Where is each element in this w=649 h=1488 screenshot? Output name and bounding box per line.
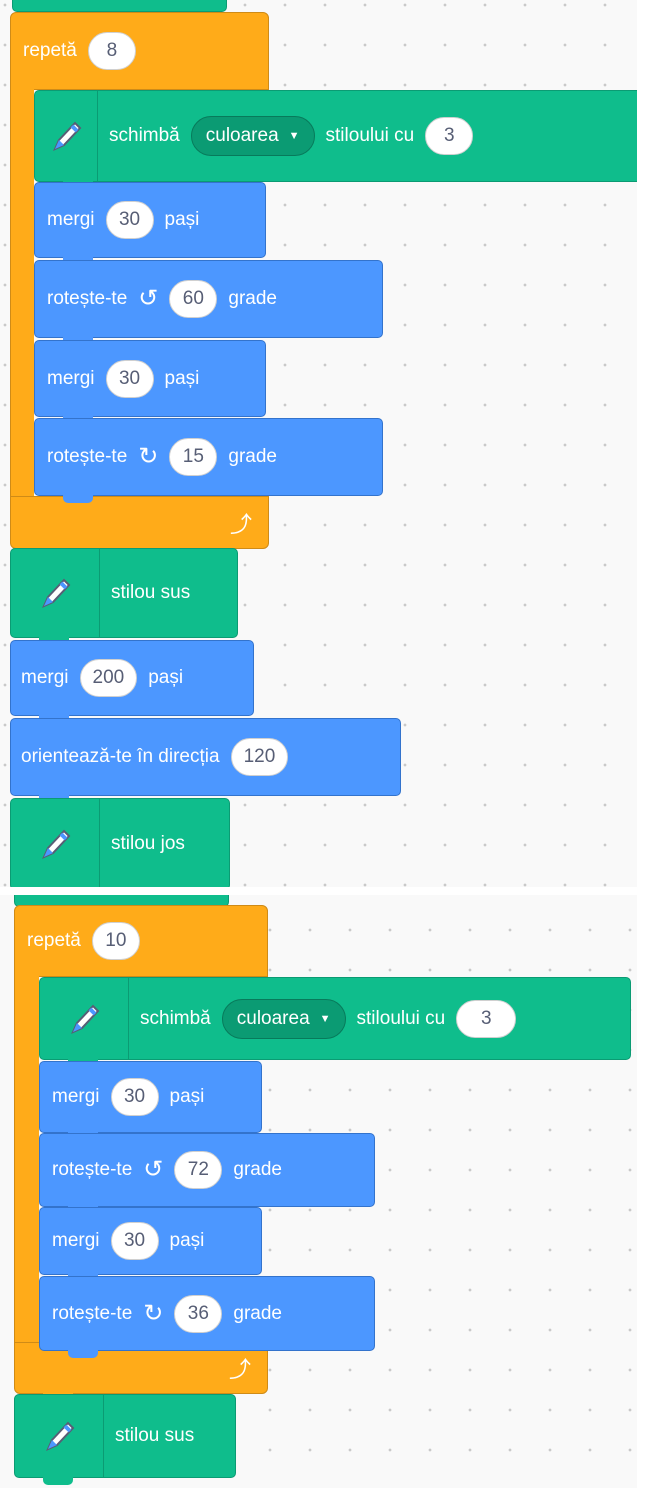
turn-label: rotește-te bbox=[52, 1159, 133, 1180]
point-direction-block[interactable]: orientează-te în direcția 120 bbox=[10, 718, 401, 803]
pen-icon bbox=[42, 578, 71, 608]
set-pen-color-block[interactable]: schimbă culoarea ▼ stiloului cu 3 bbox=[39, 977, 631, 1067]
set-pen-label: schimbă bbox=[140, 1007, 211, 1029]
code-workspace-1: repetă 8 ⤴ schimbă culoarea ▼ stiloului … bbox=[0, 0, 637, 887]
pen-down-block[interactable]: stilou jos bbox=[10, 798, 230, 887]
pen-param-value: culoarea bbox=[205, 125, 279, 146]
loop-arrow-icon: ⤴ bbox=[228, 1357, 251, 1382]
move-steps-input[interactable]: 30 bbox=[105, 359, 154, 398]
loop-arrow-icon: ⤴ bbox=[229, 511, 252, 537]
repeat-count-input[interactable]: 8 bbox=[87, 32, 136, 70]
set-pen-suffix: stiloului cu bbox=[356, 1007, 446, 1029]
turn-degrees-input[interactable]: 72 bbox=[174, 1151, 223, 1189]
direction-input[interactable]: 120 bbox=[230, 738, 289, 776]
turn-left-block[interactable]: rotește-te ↺ 60 grade bbox=[34, 260, 383, 345]
turn-unit: grade bbox=[228, 288, 277, 309]
move-unit: pași bbox=[164, 209, 200, 230]
turn-right-block[interactable]: rotește-te ↻ 15 grade bbox=[34, 418, 383, 503]
turn-degrees-input[interactable]: 60 bbox=[169, 280, 218, 318]
turn-degrees-input[interactable]: 36 bbox=[174, 1294, 223, 1333]
pen-icon bbox=[42, 829, 71, 859]
pen-down-label: stilou jos bbox=[111, 833, 185, 854]
move-unit: pași bbox=[169, 1230, 205, 1251]
repeat-block-arm bbox=[14, 976, 39, 1386]
pen-value-input[interactable]: 3 bbox=[456, 999, 517, 1038]
move-steps-block-1[interactable]: mergi 30 pași bbox=[34, 182, 266, 265]
repeat-block-end: ⤴ bbox=[10, 496, 269, 556]
move-steps-block-2[interactable]: mergi 30 pași bbox=[39, 1207, 262, 1282]
pen-icon bbox=[71, 1004, 100, 1034]
turn-label: rotește-te bbox=[47, 446, 128, 467]
pen-extension-icon bbox=[15, 1395, 104, 1477]
move-steps-input[interactable]: 200 bbox=[79, 659, 138, 697]
repeat-block-arm bbox=[10, 89, 34, 504]
turn-label: rotește-te bbox=[52, 1302, 133, 1324]
move-steps-input[interactable]: 30 bbox=[110, 1222, 159, 1260]
point-label: orientează-te în direcția bbox=[21, 746, 220, 767]
turn-degrees-input[interactable]: 15 bbox=[169, 438, 218, 476]
chevron-down-icon: ▼ bbox=[319, 1012, 331, 1025]
code-workspace-2: repetă 10 ⤴ schimbă culoarea ▼ stiloului… bbox=[0, 895, 637, 1488]
pen-value-input[interactable]: 3 bbox=[425, 117, 474, 155]
move-label: mergi bbox=[47, 367, 95, 389]
turn-right-block[interactable]: rotește-te ↻ 36 grade bbox=[39, 1276, 375, 1358]
pen-block-partial[interactable] bbox=[12, 0, 227, 12]
set-pen-color-block[interactable]: schimbă culoarea ▼ stiloului cu 3 bbox=[34, 90, 637, 189]
move-unit: pași bbox=[164, 367, 200, 389]
repeat-block[interactable]: repetă 10 bbox=[14, 905, 268, 977]
pen-param-value: culoarea bbox=[236, 1007, 310, 1029]
move-steps-block-3[interactable]: mergi 200 pași bbox=[10, 640, 254, 723]
rotate-left-icon: ↺ bbox=[138, 285, 159, 312]
turn-unit: grade bbox=[228, 446, 277, 467]
pen-extension-icon bbox=[35, 91, 98, 181]
repeat-block[interactable]: repetă 8 bbox=[10, 12, 269, 90]
pen-up-block[interactable]: stilou sus bbox=[14, 1394, 236, 1485]
move-unit: pași bbox=[148, 667, 184, 688]
pen-up-label: stilou sus bbox=[111, 582, 191, 603]
move-label: mergi bbox=[52, 1230, 100, 1251]
pen-up-label: stilou sus bbox=[115, 1425, 195, 1446]
rotate-right-icon: ↻ bbox=[143, 1299, 164, 1327]
move-steps-input[interactable]: 30 bbox=[110, 1078, 159, 1116]
move-steps-block-2[interactable]: mergi 30 pași bbox=[34, 340, 266, 424]
pen-icon bbox=[53, 121, 82, 151]
pen-extension-icon bbox=[40, 978, 129, 1059]
set-pen-label: schimbă bbox=[109, 125, 180, 146]
move-label: mergi bbox=[21, 667, 69, 688]
repeat-label: repetă bbox=[23, 40, 77, 61]
pen-up-block[interactable]: stilou sus bbox=[10, 548, 238, 645]
set-pen-suffix: stiloului cu bbox=[325, 125, 415, 146]
rotate-left-icon: ↺ bbox=[143, 1156, 164, 1183]
move-label: mergi bbox=[47, 209, 95, 230]
move-steps-input[interactable]: 30 bbox=[105, 201, 154, 239]
turn-unit: grade bbox=[233, 1302, 282, 1324]
move-label: mergi bbox=[52, 1086, 100, 1107]
pen-icon bbox=[46, 1421, 75, 1451]
rotate-right-icon: ↻ bbox=[138, 443, 159, 470]
pen-param-dropdown[interactable]: culoarea ▼ bbox=[221, 998, 346, 1039]
turn-label: rotește-te bbox=[47, 288, 128, 309]
move-unit: pași bbox=[169, 1086, 205, 1107]
pen-extension-icon bbox=[11, 549, 100, 637]
pen-extension-icon bbox=[11, 799, 100, 887]
turn-left-block[interactable]: rotește-te ↺ 72 grade bbox=[39, 1133, 375, 1214]
repeat-count-input[interactable]: 10 bbox=[91, 922, 140, 960]
turn-unit: grade bbox=[233, 1159, 282, 1180]
chevron-down-icon: ▼ bbox=[288, 130, 300, 142]
move-steps-block-1[interactable]: mergi 30 pași bbox=[39, 1061, 262, 1140]
repeat-label: repetă bbox=[27, 930, 81, 951]
pen-param-dropdown[interactable]: culoarea ▼ bbox=[190, 116, 315, 156]
